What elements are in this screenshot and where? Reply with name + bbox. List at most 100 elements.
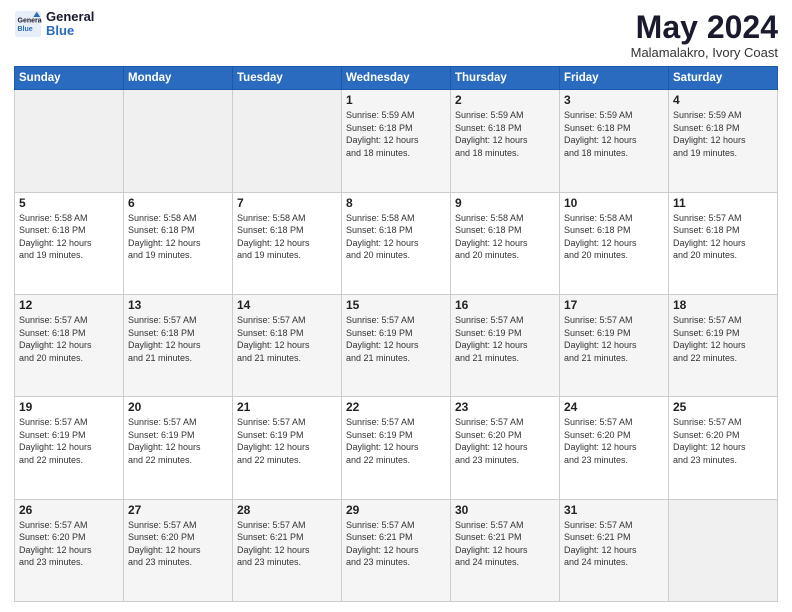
day-number: 24	[564, 400, 664, 414]
day-number: 25	[673, 400, 773, 414]
day-info: Sunrise: 5:58 AM Sunset: 6:18 PM Dayligh…	[128, 212, 228, 262]
calendar-day-1: 1 Sunrise: 5:59 AM Sunset: 6:18 PM Daylig…	[342, 90, 451, 192]
day-number: 11	[673, 196, 773, 210]
calendar-day-26: 26Sunrise: 5:57 AM Sunset: 6:20 PM Dayli…	[15, 499, 124, 601]
calendar-day-17: 17Sunrise: 5:57 AM Sunset: 6:19 PM Dayli…	[560, 294, 669, 396]
weekday-header-tuesday: Tuesday	[233, 67, 342, 90]
day-info: Sunrise: 5:57 AM Sunset: 6:20 PM Dayligh…	[128, 519, 228, 569]
calendar-day-27: 27 Sunrise: 5:57 AM Sunset: 6:20 PM Dayli…	[124, 499, 233, 601]
day-number: 8	[346, 196, 446, 210]
calendar-day-29: 29 Sunrise: 5:57 AM Sunset: 6:21 PM Dayli…	[342, 499, 451, 601]
weekday-header-friday: Friday	[560, 67, 669, 90]
day-info: Sunrise: 5:57 AM Sunset: 6:18 PM Dayligh…	[128, 314, 228, 364]
calendar-day-3: 3 Sunrise: 5:59 AM Sunset: 6:18 PM Daylig…	[560, 90, 669, 192]
day-info: Sunrise: 5:57 AM Sunset: 6:20 PM Dayligh…	[455, 416, 555, 466]
day-info: Sunrise: 5:57 AM Sunset: 6:21 PM Dayligh…	[237, 519, 337, 569]
calendar-day-6: 6 Sunrise: 5:58 AM Sunset: 6:18 PM Daylig…	[124, 192, 233, 294]
day-number: 12	[19, 298, 119, 312]
calendar-day-18: 18Sunrise: 5:57 AM Sunset: 6:19 PM Dayli…	[669, 294, 778, 396]
weekday-header-saturday: Saturday	[669, 67, 778, 90]
day-info: Sunrise: 5:59 AM Sunset: 6:18 PM Dayligh…	[346, 109, 446, 159]
weekday-header-monday: Monday	[124, 67, 233, 90]
day-number: 18	[673, 298, 773, 312]
calendar-day-31: 31Sunrise: 5:57 AM Sunset: 6:21 PM Dayli…	[560, 499, 669, 601]
day-info: Sunrise: 5:57 AM Sunset: 6:21 PM Dayligh…	[346, 519, 446, 569]
day-number: 15	[346, 298, 446, 312]
logo-icon: General Blue	[14, 10, 42, 38]
day-info: Sunrise: 5:57 AM Sunset: 6:19 PM Dayligh…	[346, 314, 446, 364]
day-info: Sunrise: 5:59 AM Sunset: 6:18 PM Dayligh…	[455, 109, 555, 159]
calendar-day-9: 9 Sunrise: 5:58 AM Sunset: 6:18 PM Daylig…	[451, 192, 560, 294]
calendar-day-4: 4Sunrise: 5:59 AM Sunset: 6:18 PM Daylig…	[669, 90, 778, 192]
calendar-header-row: SundayMondayTuesdayWednesdayThursdayFrid…	[15, 67, 778, 90]
day-number: 17	[564, 298, 664, 312]
day-info: Sunrise: 5:57 AM Sunset: 6:19 PM Dayligh…	[237, 416, 337, 466]
calendar-day-10: 10 Sunrise: 5:58 AM Sunset: 6:18 PM Dayli…	[560, 192, 669, 294]
day-info: Sunrise: 5:57 AM Sunset: 6:21 PM Dayligh…	[564, 519, 664, 569]
day-info: Sunrise: 5:58 AM Sunset: 6:18 PM Dayligh…	[455, 212, 555, 262]
day-number: 29	[346, 503, 446, 517]
calendar-day-2: 2 Sunrise: 5:59 AM Sunset: 6:18 PM Daylig…	[451, 90, 560, 192]
day-number: 7	[237, 196, 337, 210]
weekday-header-wednesday: Wednesday	[342, 67, 451, 90]
calendar-table: SundayMondayTuesdayWednesdayThursdayFrid…	[14, 66, 778, 602]
day-info: Sunrise: 5:58 AM Sunset: 6:18 PM Dayligh…	[346, 212, 446, 262]
day-number: 14	[237, 298, 337, 312]
logo: General Blue General Blue	[14, 10, 94, 39]
weekday-header-thursday: Thursday	[451, 67, 560, 90]
day-number: 20	[128, 400, 228, 414]
calendar-day-14: 14Sunrise: 5:57 AM Sunset: 6:18 PM Dayli…	[233, 294, 342, 396]
calendar-empty	[233, 90, 342, 192]
day-number: 13	[128, 298, 228, 312]
day-number: 16	[455, 298, 555, 312]
day-info: Sunrise: 5:57 AM Sunset: 6:18 PM Dayligh…	[19, 314, 119, 364]
day-number: 2	[455, 93, 555, 107]
calendar-day-28: 28 Sunrise: 5:57 AM Sunset: 6:21 PM Dayli…	[233, 499, 342, 601]
svg-text:Blue: Blue	[18, 26, 33, 33]
weekday-header-sunday: Sunday	[15, 67, 124, 90]
calendar-day-16: 16Sunrise: 5:57 AM Sunset: 6:19 PM Dayli…	[451, 294, 560, 396]
calendar-day-12: 12 Sunrise: 5:57 AM Sunset: 6:18 PM Dayli…	[15, 294, 124, 396]
calendar-day-23: 23Sunrise: 5:57 AM Sunset: 6:20 PM Dayli…	[451, 397, 560, 499]
day-number: 30	[455, 503, 555, 517]
day-number: 1	[346, 93, 446, 107]
day-number: 28	[237, 503, 337, 517]
day-number: 10	[564, 196, 664, 210]
calendar-empty	[15, 90, 124, 192]
calendar-day-5: 5 Sunrise: 5:58 AM Sunset: 6:18 PM Daylig…	[15, 192, 124, 294]
day-info: Sunrise: 5:58 AM Sunset: 6:18 PM Dayligh…	[564, 212, 664, 262]
day-number: 9	[455, 196, 555, 210]
calendar-day-21: 21 Sunrise: 5:57 AM Sunset: 6:19 PM Dayli…	[233, 397, 342, 499]
day-info: Sunrise: 5:57 AM Sunset: 6:21 PM Dayligh…	[455, 519, 555, 569]
calendar-empty	[669, 499, 778, 601]
calendar-day-11: 11 Sunrise: 5:57 AM Sunset: 6:18 PM Dayli…	[669, 192, 778, 294]
day-number: 26	[19, 503, 119, 517]
day-info: Sunrise: 5:57 AM Sunset: 6:18 PM Dayligh…	[673, 212, 773, 262]
day-number: 3	[564, 93, 664, 107]
day-info: Sunrise: 5:57 AM Sunset: 6:20 PM Dayligh…	[673, 416, 773, 466]
calendar-day-8: 8 Sunrise: 5:58 AM Sunset: 6:18 PM Daylig…	[342, 192, 451, 294]
calendar-week-1: 1 Sunrise: 5:59 AM Sunset: 6:18 PM Daylig…	[15, 90, 778, 192]
calendar-week-4: 19 Sunrise: 5:57 AM Sunset: 6:19 PM Dayli…	[15, 397, 778, 499]
day-number: 27	[128, 503, 228, 517]
day-number: 5	[19, 196, 119, 210]
day-number: 21	[237, 400, 337, 414]
calendar-week-5: 26 Sunrise: 5:57 AM Sunset: 6:20 PM Dayli…	[15, 499, 778, 601]
day-number: 4	[673, 93, 773, 107]
calendar-week-3: 12 Sunrise: 5:57 AM Sunset: 6:18 PM Dayli…	[15, 294, 778, 396]
day-info: Sunrise: 5:57 AM Sunset: 6:19 PM Dayligh…	[128, 416, 228, 466]
calendar-day-15: 15 Sunrise: 5:57 AM Sunset: 6:19 PM Dayli…	[342, 294, 451, 396]
calendar-day-13: 13 Sunrise: 5:57 AM Sunset: 6:18 PM Dayli…	[124, 294, 233, 396]
day-number: 19	[19, 400, 119, 414]
day-info: Sunrise: 5:57 AM Sunset: 6:20 PM Dayligh…	[564, 416, 664, 466]
day-info: Sunrise: 5:59 AM Sunset: 6:18 PM Dayligh…	[564, 109, 664, 159]
location: Malamalakro, Ivory Coast	[631, 45, 778, 60]
day-number: 6	[128, 196, 228, 210]
day-info: Sunrise: 5:57 AM Sunset: 6:19 PM Dayligh…	[19, 416, 119, 466]
calendar-day-22: 22Sunrise: 5:57 AM Sunset: 6:19 PM Dayli…	[342, 397, 451, 499]
day-info: Sunrise: 5:58 AM Sunset: 6:18 PM Dayligh…	[19, 212, 119, 262]
calendar-day-24: 24 Sunrise: 5:57 AM Sunset: 6:20 PM Dayli…	[560, 397, 669, 499]
logo-blue: Blue	[46, 24, 94, 38]
calendar-day-25: 25 Sunrise: 5:57 AM Sunset: 6:20 PM Dayli…	[669, 397, 778, 499]
svg-text:General: General	[18, 18, 43, 25]
